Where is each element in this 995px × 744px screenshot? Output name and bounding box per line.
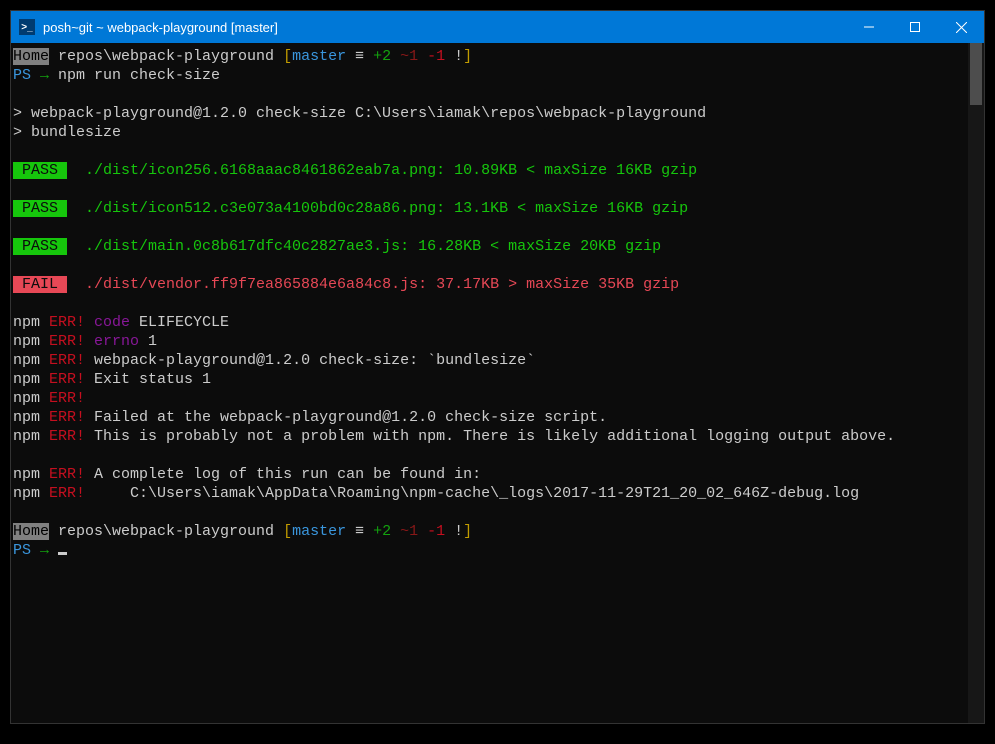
err-label: ERR! xyxy=(40,390,85,407)
pass-badge: PASS xyxy=(13,200,67,217)
scrollbar[interactable] xyxy=(968,43,984,723)
size-result: ./dist/main.0c8b617dfc40c2827ae3.js: 16.… xyxy=(67,238,661,255)
scrollbar-thumb[interactable] xyxy=(970,43,982,105)
err-label: ERR! xyxy=(40,314,85,331)
size-result: ./dist/vendor.ff9f7ea865884e6a84c8.js: 3… xyxy=(67,276,679,293)
size-result: ./dist/icon512.c3e073a4100bd0c28a86.png:… xyxy=(67,200,688,217)
pass-badge: PASS xyxy=(13,162,67,179)
home-badge: Home xyxy=(13,48,49,65)
pass-badge: PASS xyxy=(13,238,67,255)
window-title: posh~git ~ webpack-playground [master] xyxy=(43,20,846,35)
home-badge: Home xyxy=(13,523,49,540)
minimize-button[interactable] xyxy=(846,11,892,43)
err-label: ERR! xyxy=(40,428,85,445)
git-branch: master xyxy=(292,48,346,65)
fail-badge: FAIL xyxy=(13,276,67,293)
titlebar[interactable]: >_ posh~git ~ webpack-playground [master… xyxy=(11,11,984,43)
err-label: ERR! xyxy=(40,352,85,369)
err-label: ERR! xyxy=(40,466,85,483)
prompt-path: repos\webpack-playground xyxy=(49,48,283,65)
terminal-body: Home repos\webpack-playground [master ≡ … xyxy=(11,43,984,723)
size-result: ./dist/icon256.6168aaac8461862eab7a.png:… xyxy=(67,162,697,179)
terminal-output[interactable]: Home repos\webpack-playground [master ≡ … xyxy=(11,43,968,723)
err-label: ERR! xyxy=(40,409,85,426)
git-modified: ~1 xyxy=(391,48,418,65)
npm-script-header: > webpack-playground@1.2.0 check-size C:… xyxy=(13,105,706,122)
prompt-arrow: → xyxy=(40,67,58,84)
cursor xyxy=(58,552,67,555)
err-label: ERR! xyxy=(40,333,85,350)
log-path: C:\Users\iamak\AppData\Roaming\npm-cache… xyxy=(85,485,859,502)
maximize-button[interactable] xyxy=(892,11,938,43)
git-added: +2 xyxy=(373,48,391,65)
command-input: npm run check-size xyxy=(58,67,220,84)
err-label: ERR! xyxy=(40,485,85,502)
window-controls xyxy=(846,11,984,43)
err-text: This is probably not a problem with npm.… xyxy=(85,428,895,445)
npm-script-cmd: > bundlesize xyxy=(13,124,121,141)
err-label: ERR! xyxy=(40,371,85,388)
powershell-icon: >_ xyxy=(19,19,35,35)
close-button[interactable] xyxy=(938,11,984,43)
git-deleted: -1 xyxy=(418,48,445,65)
ps-label: PS xyxy=(13,67,40,84)
terminal-window: >_ posh~git ~ webpack-playground [master… xyxy=(10,10,985,724)
